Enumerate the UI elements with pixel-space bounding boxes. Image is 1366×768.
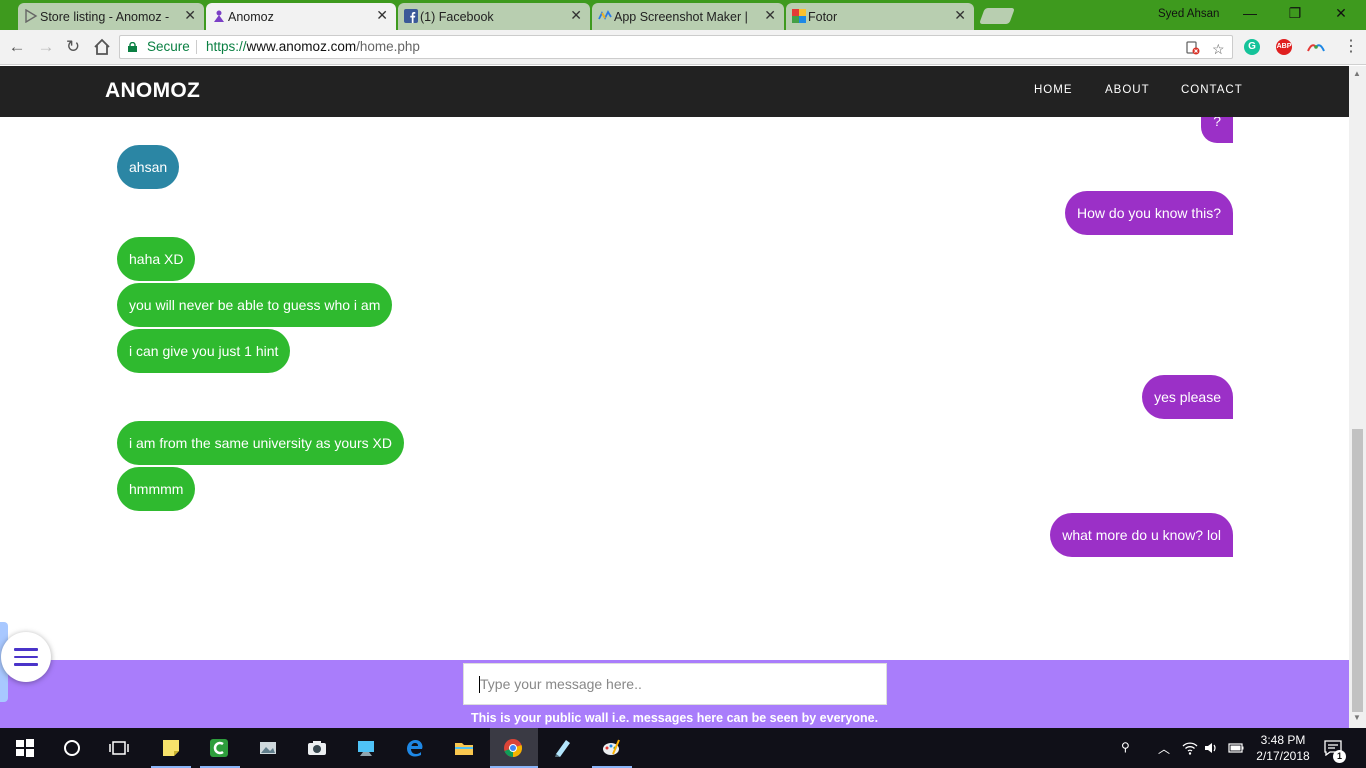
file-explorer-icon[interactable]	[454, 738, 474, 758]
notepad-icon[interactable]	[552, 738, 572, 758]
tab-title: Fotor	[808, 9, 838, 24]
sticky-notes-icon[interactable]	[161, 738, 181, 758]
public-wall-note: This is your public wall i.e. messages h…	[470, 711, 879, 725]
screenshot-maker-icon	[598, 10, 612, 20]
message-bubble-received: i can give you just 1 hint	[117, 329, 291, 373]
nav-contact-link[interactable]: CONTACT	[1181, 84, 1243, 96]
message-bubble-received: you will never be able to guess who i am	[117, 283, 393, 327]
people-icon[interactable]: ⚲	[1121, 740, 1130, 754]
message-bubble-received: ahsan	[117, 145, 180, 189]
omnibox-divider	[196, 40, 197, 54]
close-window-icon[interactable]: ✕	[1331, 5, 1351, 22]
adblock-plus-icon[interactable]: ABP	[1276, 39, 1292, 55]
scroll-down-icon[interactable]: ▼	[1353, 713, 1361, 722]
browser-toolbar: ← → ↻ Secure https://www.anomoz.com/home…	[0, 30, 1366, 65]
extension-icon[interactable]	[1307, 41, 1325, 53]
chrome-icon[interactable]	[503, 738, 523, 758]
message-composer: This is your public wall i.e. messages h…	[0, 660, 1349, 728]
show-hidden-icons-icon[interactable]: ︿	[1158, 740, 1170, 757]
message-bubble-received: haha XD	[117, 237, 196, 281]
bookmark-star-icon[interactable]: ☆	[1212, 38, 1225, 60]
site-brand[interactable]: ANOMOZ	[105, 79, 200, 103]
site-navbar: ANOMOZ HOME ABOUT CONTACT	[0, 66, 1349, 117]
screen-tool-icon[interactable]	[356, 738, 376, 758]
url-host: www.anomoz.com	[246, 39, 357, 54]
system-clock[interactable]: 3:48 PM 2/17/2018	[1252, 732, 1314, 764]
secure-label: Secure	[147, 39, 190, 54]
tab-title: (1) Facebook	[420, 9, 494, 24]
fotor-icon	[792, 9, 806, 23]
tab-title: Anomoz	[228, 9, 274, 24]
notification-badge: 1	[1333, 750, 1346, 763]
close-tab-icon[interactable]: ✕	[376, 7, 388, 24]
blocked-content-icon[interactable]	[1186, 41, 1200, 55]
grammarly-icon[interactable]: G	[1244, 39, 1260, 55]
browser-tab-strip: Store listing - Anomoz - ✕ Anomoz ✕ (1) …	[0, 0, 1366, 30]
text-caret	[479, 676, 480, 693]
message-bubble-sent: ?	[1201, 117, 1233, 143]
task-view-icon[interactable]	[109, 738, 129, 758]
close-tab-icon[interactable]: ✕	[570, 7, 582, 24]
windows-taskbar: ⚲ ︿ 3:48 PM 2/17/2018 1	[0, 728, 1366, 768]
camtasia-icon[interactable]	[209, 738, 229, 758]
camera-icon[interactable]	[307, 738, 327, 758]
nav-about-link[interactable]: ABOUT	[1105, 84, 1150, 96]
nav-home-link[interactable]: HOME	[1034, 84, 1073, 96]
url-text: https://www.anomoz.com/home.php	[206, 36, 420, 58]
volume-icon[interactable]	[1204, 741, 1218, 755]
profile-name[interactable]: Syed Ahsan	[1158, 8, 1219, 20]
scrollbar-thumb[interactable]	[1352, 429, 1363, 712]
chat-wall: ? ahsan How do you know this? haha XD yo…	[0, 117, 1349, 660]
hamburger-menu-button[interactable]	[1, 632, 51, 682]
tab-store-listing[interactable]: Store listing - Anomoz - ✕	[18, 3, 204, 30]
reload-icon[interactable]: ↻	[63, 37, 83, 57]
close-tab-icon[interactable]: ✕	[954, 7, 966, 24]
cortana-icon[interactable]	[62, 738, 82, 758]
address-bar[interactable]: Secure https://www.anomoz.com/home.php ☆	[119, 35, 1233, 59]
back-arrow-icon[interactable]: ←	[7, 37, 27, 57]
hamburger-line	[14, 655, 38, 659]
paint-icon[interactable]	[601, 738, 621, 758]
url-protocol: https://	[206, 39, 247, 54]
hamburger-line	[14, 648, 38, 651]
new-tab-button[interactable]	[979, 8, 1015, 24]
forward-arrow-icon[interactable]: →	[36, 37, 56, 57]
clock-date: 2/17/2018	[1256, 749, 1310, 763]
close-tab-icon[interactable]: ✕	[184, 7, 196, 24]
url-path: /home.php	[356, 39, 420, 54]
message-input[interactable]	[463, 663, 887, 705]
tab-title: App Screenshot Maker |	[614, 9, 748, 24]
home-icon[interactable]	[92, 37, 112, 57]
tab-anomoz[interactable]: Anomoz ✕	[206, 3, 396, 30]
browser-menu-icon[interactable]: ⋮	[1343, 36, 1359, 56]
tab-fotor[interactable]: Fotor ✕	[786, 3, 974, 30]
lock-icon	[128, 42, 137, 52]
facebook-icon	[404, 9, 418, 23]
message-bubble-sent: How do you know this?	[1065, 191, 1233, 235]
photos-icon[interactable]	[258, 738, 278, 758]
tab-app-screenshot-maker[interactable]: App Screenshot Maker | ✕	[592, 3, 784, 30]
message-bubble-received: i am from the same university as yours X…	[117, 421, 404, 465]
close-tab-icon[interactable]: ✕	[764, 7, 776, 24]
tab-title: Store listing - Anomoz -	[40, 9, 170, 24]
message-bubble-sent: yes please	[1142, 375, 1233, 419]
hamburger-line	[14, 663, 38, 666]
battery-icon[interactable]	[1228, 742, 1244, 754]
wifi-icon[interactable]	[1182, 741, 1198, 755]
edge-icon[interactable]	[405, 738, 425, 758]
clock-time: 3:48 PM	[1260, 733, 1306, 747]
restore-icon[interactable]: ❐	[1285, 5, 1305, 22]
play-store-icon	[25, 9, 38, 23]
page-scrollbar[interactable]: ▲ ▼	[1349, 66, 1366, 728]
tab-facebook[interactable]: (1) Facebook ✕	[398, 3, 590, 30]
message-bubble-sent: what more do u know? lol	[1050, 513, 1233, 557]
scroll-up-icon[interactable]: ▲	[1353, 69, 1361, 78]
message-bubble-received: hmmmm	[117, 467, 196, 511]
start-icon[interactable]	[15, 738, 35, 758]
anomoz-logo-icon	[214, 10, 224, 22]
minimize-icon[interactable]: —	[1240, 5, 1260, 21]
